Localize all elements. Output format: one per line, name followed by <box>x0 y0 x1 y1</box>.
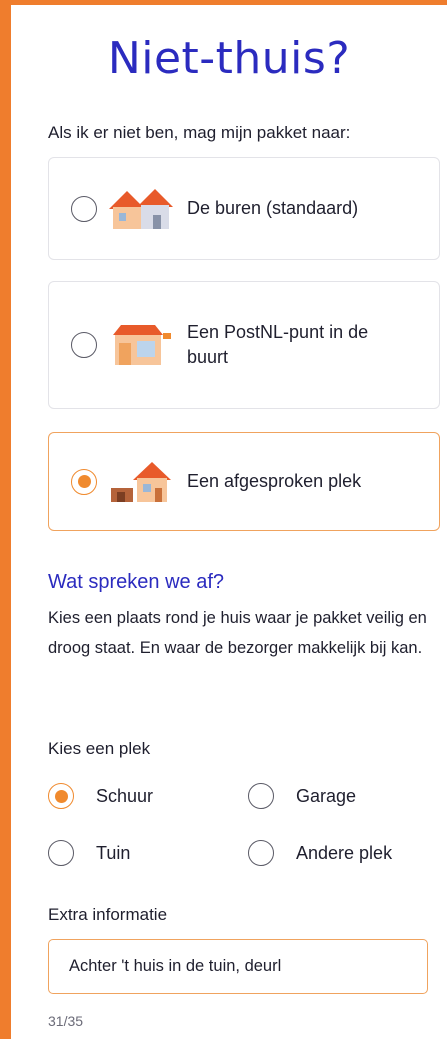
radio-andere-plek[interactable] <box>248 840 274 866</box>
character-counter: 31/35 <box>48 1013 84 1029</box>
agreement-text: Kies een plaats rond je huis waar je pak… <box>48 609 427 657</box>
choice-garage[interactable]: Garage <box>248 783 356 809</box>
option-postnl-point[interactable]: Een PostNL-punt in de buurt <box>48 281 440 409</box>
choice-garage-label: Garage <box>296 785 357 806</box>
option-agreed-place-label: Een afgesproken plek <box>187 471 362 491</box>
choice-schuur[interactable]: Schuur <box>48 783 153 809</box>
left-accent-bar <box>0 0 11 1039</box>
option-neighbours[interactable]: De buren (standaard) <box>48 157 440 260</box>
choice-andere-plek[interactable]: Andere plek <box>248 840 392 866</box>
radio-garage[interactable] <box>248 783 274 809</box>
agreement-title: Wat spreken we af? <box>48 571 225 593</box>
extra-info-input[interactable] <box>48 939 428 994</box>
option-postnl-point-label: Een PostNL-punt in de buurt <box>187 322 369 367</box>
radio-postnl-point[interactable] <box>71 332 97 358</box>
choice-schuur-label: Schuur <box>96 785 154 806</box>
place-label: Kies een plek <box>48 739 151 758</box>
houses-icon <box>109 188 173 229</box>
house-shed-icon <box>111 461 171 502</box>
choice-tuin-label: Tuin <box>96 842 131 863</box>
page-title: Niet-thuis? <box>107 33 351 84</box>
option-agreed-place[interactable]: Een afgesproken plek <box>48 432 440 531</box>
radio-tuin[interactable] <box>48 840 74 866</box>
extra-info-label: Extra informatie <box>48 905 168 924</box>
shop-icon <box>113 325 171 365</box>
choice-andere-plek-label: Andere plek <box>296 842 393 863</box>
radio-schuur[interactable] <box>48 783 74 809</box>
choice-tuin[interactable]: Tuin <box>48 840 130 866</box>
radio-neighbours[interactable] <box>71 195 97 222</box>
intro-text: Als ik er niet ben, mag mijn pakket naar… <box>48 123 351 142</box>
radio-agreed-place[interactable] <box>71 468 97 495</box>
page-content: Niet-thuis? Als ik er niet ben, mag mijn… <box>11 5 447 1039</box>
option-neighbours-label: De buren (standaard) <box>187 198 359 218</box>
